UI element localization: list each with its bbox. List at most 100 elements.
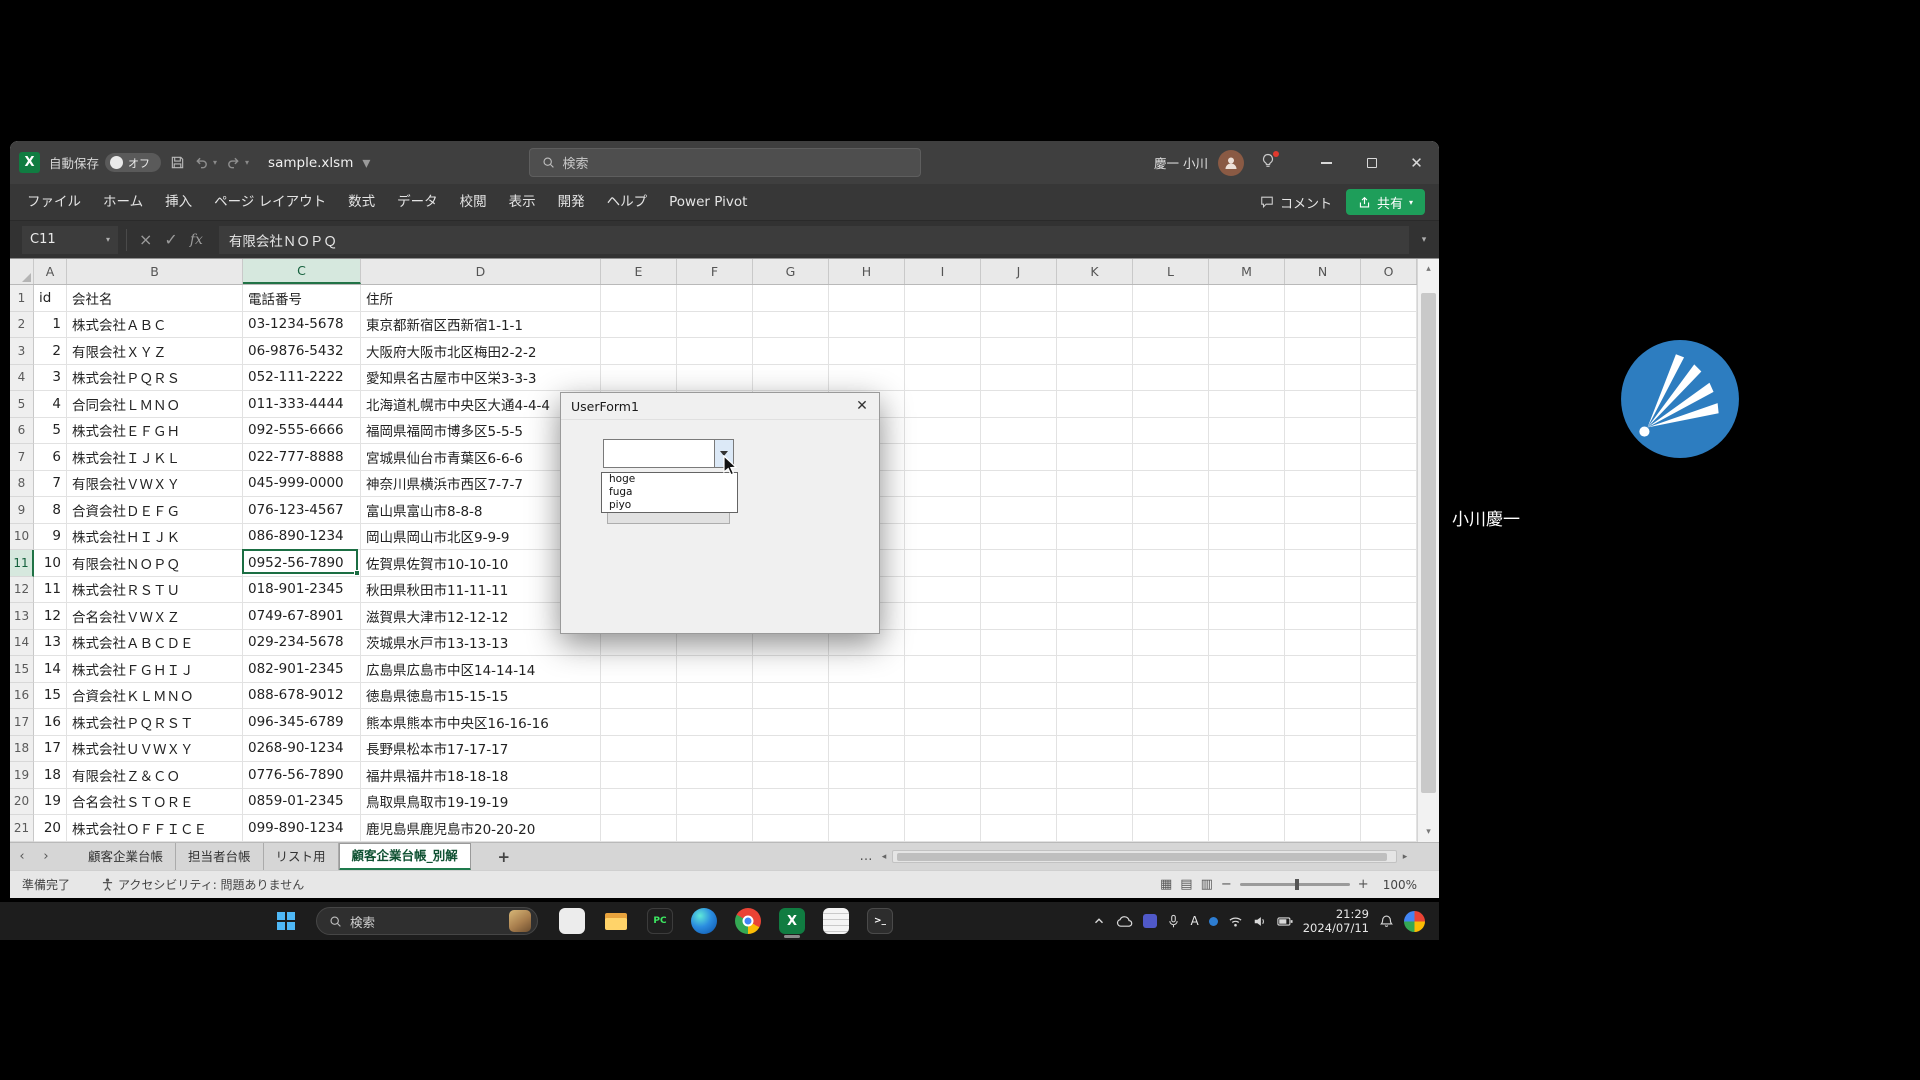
cell[interactable] (829, 736, 905, 763)
cell[interactable] (1133, 789, 1209, 816)
cell[interactable]: 合名会社ＶＷＸＺ (67, 603, 243, 630)
cell[interactable] (677, 789, 753, 816)
cell[interactable] (1361, 603, 1417, 630)
cell[interactable] (1285, 497, 1361, 524)
column-header-M[interactable]: M (1209, 259, 1285, 284)
cell[interactable]: 15 (34, 683, 67, 710)
undo-dropdown-icon[interactable]: ▾ (213, 158, 217, 167)
cell[interactable] (1285, 338, 1361, 365)
row-header-8[interactable]: 8 (10, 471, 34, 498)
cell[interactable]: 福井県福井市18-18-18 (361, 762, 601, 789)
column-header-O[interactable]: O (1361, 259, 1417, 284)
cell[interactable] (753, 683, 829, 710)
cell[interactable] (601, 656, 677, 683)
cell[interactable] (1133, 524, 1209, 551)
cell[interactable] (1285, 365, 1361, 392)
cancel-entry-icon[interactable]: × (139, 230, 152, 249)
notifications-bell-icon[interactable] (1379, 914, 1394, 929)
save-button[interactable] (170, 155, 185, 170)
cell[interactable]: 022-777-8888 (243, 444, 361, 471)
cell[interactable] (1361, 524, 1417, 551)
cell[interactable] (753, 736, 829, 763)
zoom-out-button[interactable]: − (1221, 877, 1232, 892)
dropdown-item-piyo[interactable]: piyo (602, 499, 737, 512)
cell[interactable] (905, 736, 981, 763)
cell[interactable] (1361, 285, 1417, 312)
userform-close-icon[interactable]: ✕ (845, 398, 879, 414)
cell[interactable] (1361, 471, 1417, 498)
sheet-tab-担当者台帳[interactable]: 担当者台帳 (176, 843, 264, 870)
cell[interactable] (1057, 815, 1133, 842)
row-header-18[interactable]: 18 (10, 736, 34, 763)
cell[interactable] (1361, 736, 1417, 763)
cell[interactable] (1133, 338, 1209, 365)
cell[interactable] (829, 815, 905, 842)
cell[interactable]: id (34, 285, 67, 312)
share-button[interactable]: 共有 ▾ (1346, 189, 1425, 215)
cell[interactable] (753, 709, 829, 736)
cell[interactable] (981, 789, 1057, 816)
cell[interactable]: 株式会社ＨＩＪＫ (67, 524, 243, 551)
cell[interactable]: 7 (34, 471, 67, 498)
cell[interactable] (981, 656, 1057, 683)
name-box-dropdown-icon[interactable]: ▾ (106, 235, 110, 244)
cell[interactable] (601, 338, 677, 365)
row-header-6[interactable]: 6 (10, 418, 34, 445)
cell[interactable]: 2 (34, 338, 67, 365)
cell[interactable] (1361, 391, 1417, 418)
cell[interactable] (1209, 444, 1285, 471)
close-button[interactable]: ✕ (1394, 141, 1439, 184)
cell[interactable] (1361, 312, 1417, 339)
cell[interactable] (1133, 683, 1209, 710)
cell[interactable]: 029-234-5678 (243, 630, 361, 657)
cell[interactable]: 0268-90-1234 (243, 736, 361, 763)
cell[interactable] (1209, 497, 1285, 524)
maximize-button[interactable] (1349, 141, 1394, 184)
cell[interactable] (1209, 736, 1285, 763)
ribbon-tab[interactable]: ファイル (16, 184, 92, 220)
cell[interactable]: 12 (34, 603, 67, 630)
cell[interactable] (1361, 550, 1417, 577)
cell[interactable] (1057, 444, 1133, 471)
cell[interactable] (1057, 709, 1133, 736)
cell[interactable] (1361, 338, 1417, 365)
cell[interactable] (905, 815, 981, 842)
userform-combobox[interactable] (603, 439, 734, 468)
cell[interactable]: 合資会社ＫＬＭＮＯ (67, 683, 243, 710)
row-header-13[interactable]: 13 (10, 603, 34, 630)
cell[interactable]: 3 (34, 365, 67, 392)
cell[interactable] (829, 762, 905, 789)
expand-formula-bar-icon[interactable]: ▾ (1409, 235, 1439, 245)
name-box[interactable]: C11 ▾ (22, 226, 118, 254)
cell[interactable]: 株式会社ＯＦＦＩＣＥ (67, 815, 243, 842)
cell[interactable] (601, 285, 677, 312)
account-avatar[interactable] (1218, 150, 1244, 176)
row-header-2[interactable]: 2 (10, 312, 34, 339)
cell[interactable] (905, 418, 981, 445)
autosave-control[interactable]: 自動保存 オフ (49, 153, 161, 172)
row-header-19[interactable]: 19 (10, 762, 34, 789)
cell[interactable] (981, 683, 1057, 710)
combobox-dropdown-button[interactable] (714, 440, 733, 467)
cell[interactable] (1285, 815, 1361, 842)
redo-button[interactable]: ▾ (226, 155, 249, 170)
cell[interactable] (601, 762, 677, 789)
cell[interactable] (1361, 762, 1417, 789)
cell[interactable]: 株式会社ＡＢＣ (67, 312, 243, 339)
cell[interactable]: 076-123-4567 (243, 497, 361, 524)
cell[interactable] (1361, 630, 1417, 657)
cell[interactable]: 東京都新宿区西新宿1-1-1 (361, 312, 601, 339)
tray-ime-a-icon[interactable]: A (1190, 914, 1198, 928)
title-search-box[interactable]: 検索 (529, 148, 921, 177)
cell[interactable] (1285, 736, 1361, 763)
cell[interactable]: 018-901-2345 (243, 577, 361, 604)
cell[interactable] (1057, 418, 1133, 445)
cell[interactable] (905, 709, 981, 736)
horizontal-scroll-thumb[interactable] (897, 853, 1387, 861)
cell[interactable] (1285, 524, 1361, 551)
cell[interactable] (1361, 683, 1417, 710)
page-break-view-button[interactable]: ▥ (1201, 877, 1213, 892)
cell[interactable] (1209, 550, 1285, 577)
cell[interactable] (1057, 603, 1133, 630)
taskbar-clock[interactable]: 21:29 2024/07/11 (1303, 907, 1369, 935)
